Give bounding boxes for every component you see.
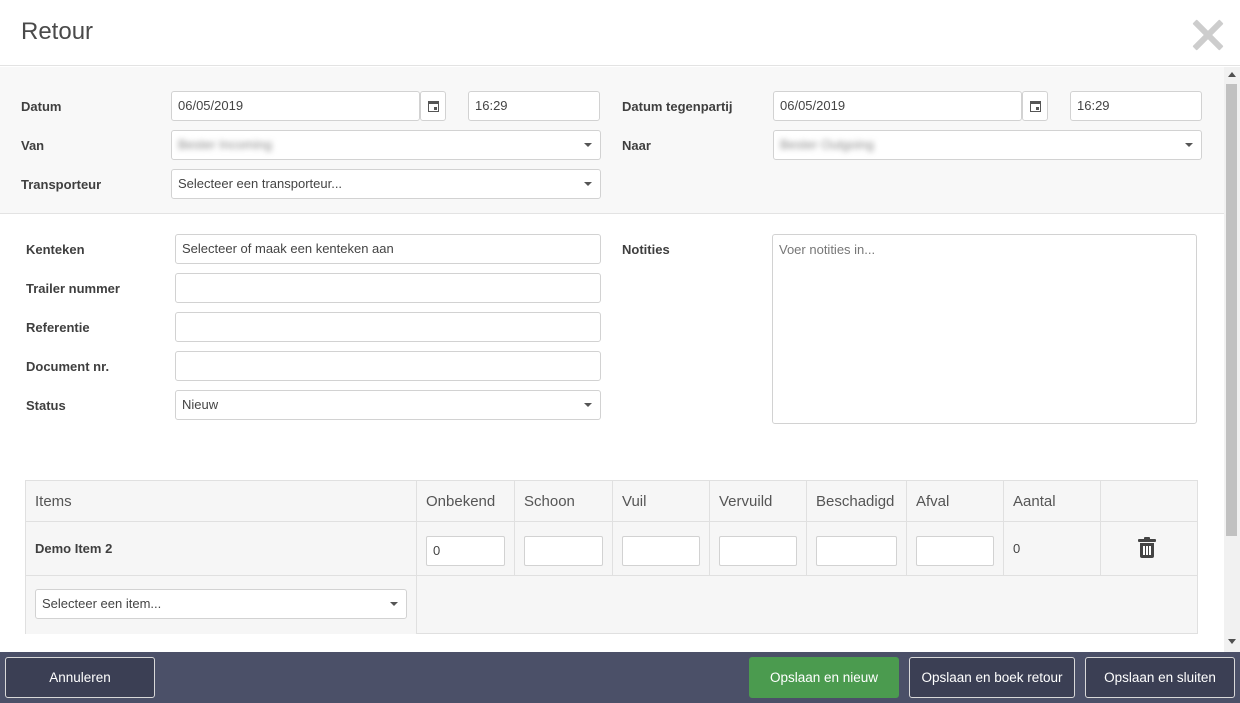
beschadigd-input[interactable] — [816, 536, 897, 566]
vuil-cell — [613, 522, 710, 576]
chevron-down-icon — [1185, 143, 1193, 147]
scroll-up-icon[interactable] — [1228, 72, 1236, 77]
actions-cell — [1101, 522, 1197, 576]
datum-tegenpartij-input[interactable]: 06/05/2019 — [773, 91, 1022, 121]
tijd-tegenpartij-input[interactable]: 16:29 — [1070, 91, 1202, 121]
referentie-input[interactable] — [175, 312, 601, 342]
item-name: Demo Item 2 — [35, 541, 113, 556]
column-header: Vervuild — [710, 481, 807, 522]
transporteur-select[interactable]: Selecteer een transporteur... — [171, 169, 601, 199]
referentie-label: Referentie — [26, 320, 90, 335]
onbekend-input[interactable]: 0 — [426, 536, 505, 566]
datum-input[interactable]: 06/05/2019 — [171, 91, 420, 121]
column-header: Items — [26, 481, 417, 522]
dialog-title: Retour — [21, 18, 94, 45]
column-header: Beschadigd — [807, 481, 907, 522]
date-location-section: Datum 06/05/2019 16:29 Datum tegenpartij… — [0, 67, 1224, 214]
beschadigd-cell — [807, 522, 907, 576]
transporteur-label: Transporteur — [21, 177, 102, 192]
add-item-select[interactable]: Selecteer een item... — [35, 589, 407, 619]
vervuild-cell — [710, 522, 807, 576]
status-label: Status — [26, 398, 66, 413]
column-header: Vuil — [613, 481, 710, 522]
add-item-row: Selecteer een item... — [26, 576, 417, 634]
trailer-input[interactable] — [175, 273, 601, 303]
schoon-cell — [515, 522, 613, 576]
schoon-input[interactable] — [524, 536, 603, 566]
onbekend-cell: 0 — [417, 522, 515, 576]
column-header: Schoon — [515, 481, 613, 522]
naar-value: Bester Outgoing — [780, 137, 874, 152]
vuil-input[interactable] — [622, 536, 700, 566]
aantal-value: 0 — [1013, 541, 1021, 556]
tijd-input[interactable]: 16:29 — [468, 91, 600, 121]
save-new-button[interactable]: Opslaan en nieuw — [749, 657, 899, 698]
notities-textarea[interactable]: Voer notities in... — [772, 234, 1197, 424]
column-header: Afval — [907, 481, 1004, 522]
naar-select[interactable]: Bester Outgoing — [773, 130, 1202, 160]
kenteken-input[interactable]: Selecteer of maak een kenteken aan — [175, 234, 601, 264]
chevron-down-icon — [584, 182, 592, 186]
scroll-down-icon[interactable] — [1228, 639, 1236, 644]
transporteur-placeholder: Selecteer een transporteur... — [178, 176, 343, 191]
cancel-button[interactable]: Annuleren — [5, 657, 155, 698]
dialog-header: Retour — [0, 0, 1240, 66]
calendar-icon — [1030, 101, 1041, 112]
table-row: Demo Item 2 0 0 — [26, 522, 1197, 576]
column-header-actions — [1101, 481, 1197, 522]
van-value: Bester Incoming — [178, 137, 272, 152]
scrollbar[interactable] — [1224, 67, 1240, 652]
dialog-footer: Annuleren Opslaan en nieuw Opslaan en bo… — [0, 652, 1240, 703]
document-input[interactable] — [175, 351, 601, 381]
calendar-icon — [428, 101, 439, 112]
trash-icon[interactable] — [1138, 537, 1156, 559]
status-select[interactable]: Nieuw — [175, 390, 601, 420]
status-value: Nieuw — [182, 397, 219, 412]
chevron-down-icon — [584, 143, 592, 147]
datum-tegenpartij-calendar-button[interactable] — [1022, 91, 1048, 121]
aantal-cell: 0 — [1004, 522, 1101, 576]
chevron-down-icon — [390, 602, 398, 606]
save-close-button[interactable]: Opslaan en sluiten — [1085, 657, 1235, 698]
kenteken-label: Kenteken — [26, 242, 85, 257]
afval-input[interactable] — [916, 536, 994, 566]
save-book-return-button[interactable]: Opslaan en boek retour — [909, 657, 1075, 698]
items-table: Items Onbekend Schoon Vuil Vervuild Besc… — [25, 480, 1198, 634]
trailer-label: Trailer nummer — [26, 281, 120, 296]
datum-tegenpartij-label: Datum tegenpartij — [622, 99, 733, 114]
afval-cell — [907, 522, 1004, 576]
add-item-placeholder: Selecteer een item... — [42, 596, 162, 611]
van-label: Van — [21, 138, 45, 153]
table-header: Items Onbekend Schoon Vuil Vervuild Besc… — [26, 481, 1197, 522]
close-icon[interactable] — [1190, 14, 1226, 54]
notities-label: Notities — [622, 242, 670, 257]
document-label: Document nr. — [26, 359, 110, 374]
chevron-down-icon — [584, 403, 592, 407]
datum-label: Datum — [21, 99, 62, 114]
vervuild-input[interactable] — [719, 536, 797, 566]
datum-calendar-button[interactable] — [420, 91, 446, 121]
column-header: Aantal — [1004, 481, 1101, 522]
dialog-content: Datum 06/05/2019 16:29 Datum tegenpartij… — [0, 67, 1224, 652]
scrollbar-thumb[interactable] — [1226, 84, 1237, 536]
naar-label: Naar — [622, 138, 651, 153]
van-select[interactable]: Bester Incoming — [171, 130, 601, 160]
item-name-cell: Demo Item 2 — [26, 522, 417, 576]
column-header: Onbekend — [417, 481, 515, 522]
